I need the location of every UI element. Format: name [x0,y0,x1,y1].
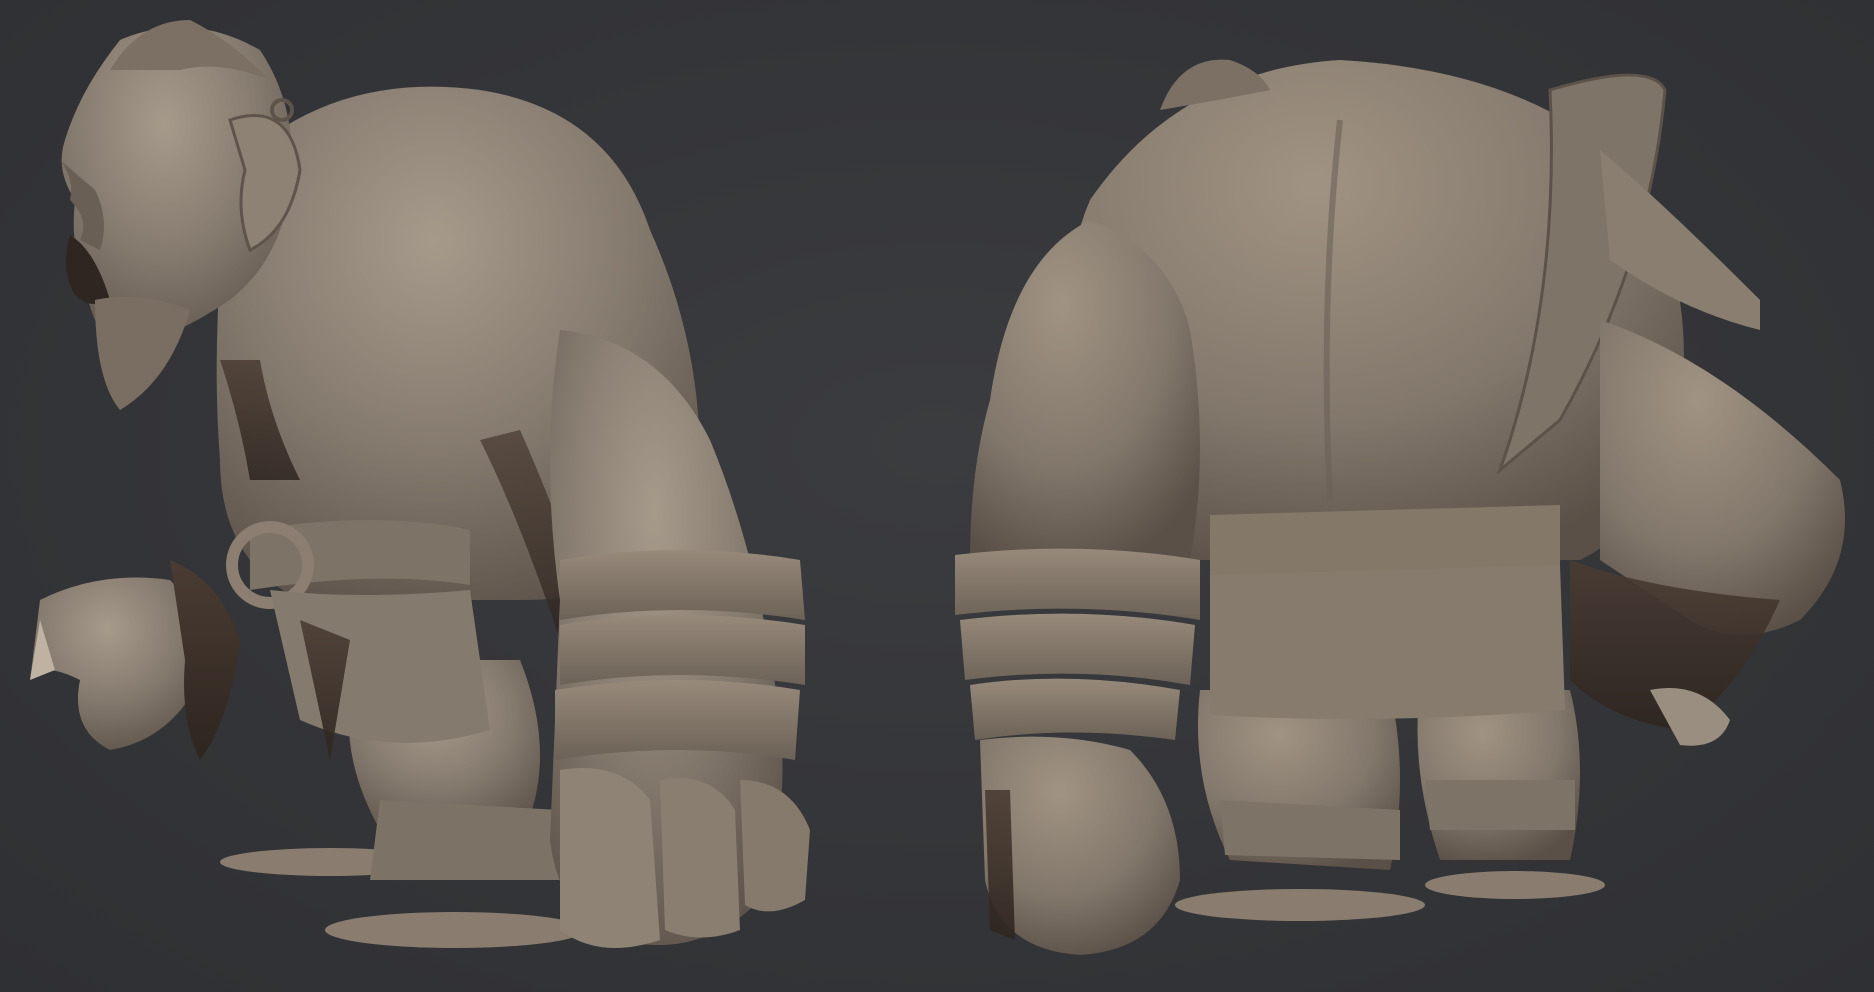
sculpt-render [30,20,1845,955]
finger-1 [560,768,660,948]
beard [95,296,190,410]
right-foot [325,912,585,948]
back-leg-wrap-right [1425,780,1575,830]
ogre-side-view [30,20,810,948]
back-arm-wrap-2 [960,613,1195,685]
arm-wrap-1 [560,550,805,620]
boot-wrap [370,800,560,880]
arm-wrap-2 [560,615,805,685]
finger-3 [740,780,810,912]
left-hand [30,577,202,750]
loincloth [270,590,490,743]
back-arm-wrap-3 [970,678,1180,740]
finger-2 [660,778,740,938]
back-loincloth [1210,565,1565,719]
back-fist-shadow [985,790,1015,940]
back-left-foot [1175,889,1425,921]
back-right-foot [1425,871,1605,899]
back-arm-wrap-1 [955,548,1200,620]
viewport [0,0,1874,992]
back-leg-wrap-left [1220,800,1400,860]
ogre-back-view [955,59,1845,955]
arm-wrap-3 [555,680,800,760]
